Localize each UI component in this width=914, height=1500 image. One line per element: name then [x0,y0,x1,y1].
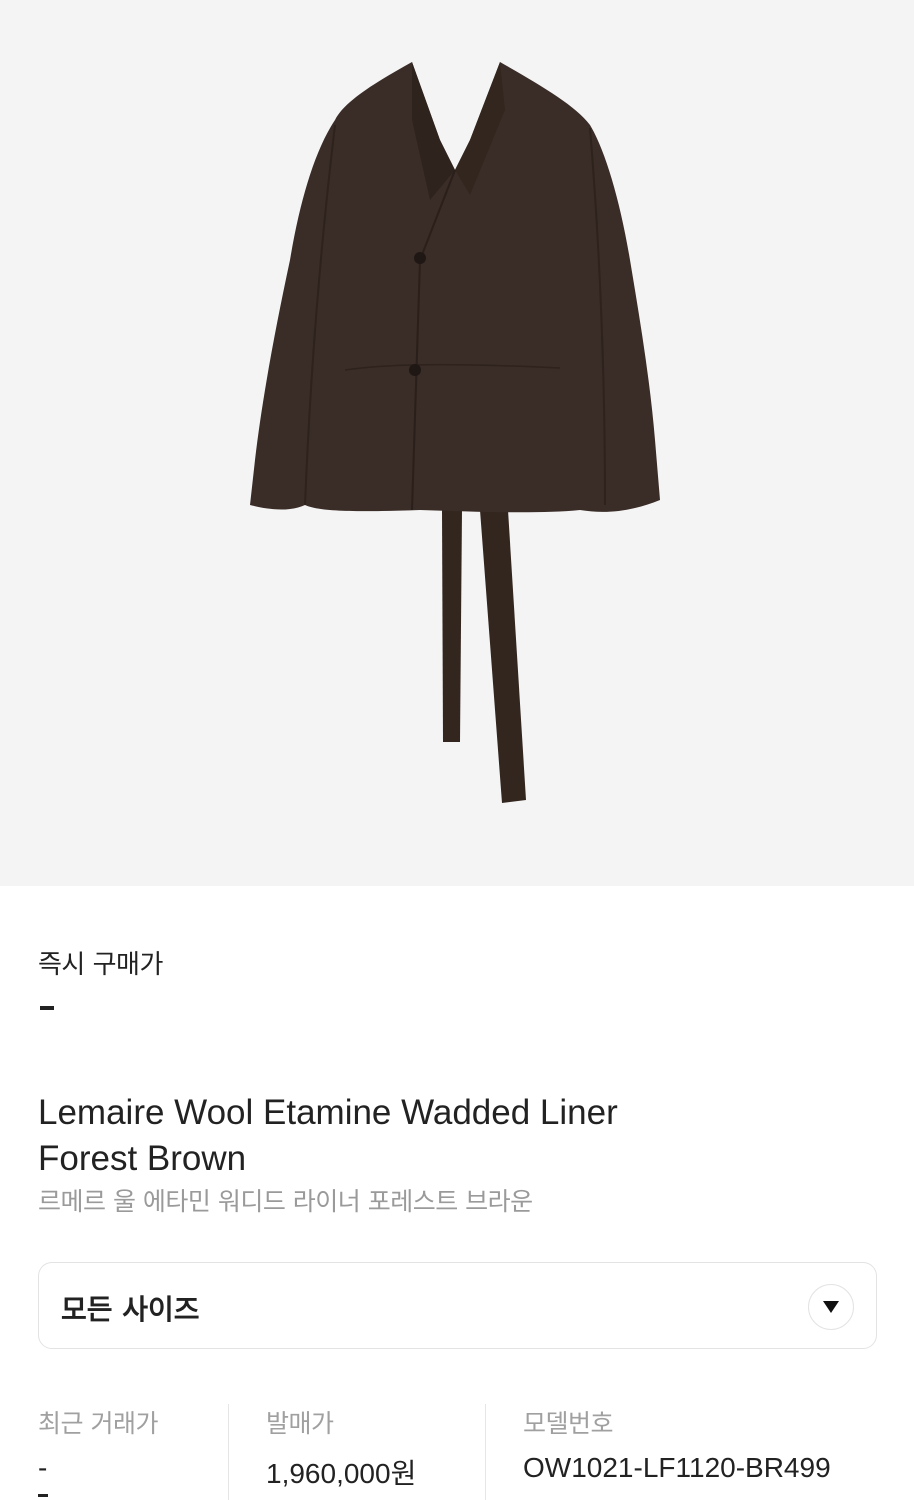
stat-recent-price: 최근 거래가 - [38,1404,228,1500]
triangle-down-icon [823,1301,839,1313]
product-title: Lemaire Wool Etamine Wadded Liner Forest… [38,1090,858,1182]
size-select-label: 모든 사이즈 [61,1293,200,1326]
stat-model-number-label: 모델번호 [523,1409,614,1438]
stat-recent-price-value: - [38,1452,48,1483]
stat-divider [485,1404,486,1500]
product-subtitle-korean: 르메르 울 에타민 워디드 라이너 포레스트 브라운 [38,1187,533,1216]
product-image[interactable] [0,0,914,886]
stat-divider [228,1404,229,1500]
stats-row: 최근 거래가 - 발매가 1,960,000원 모델번호 OW1021-LF11… [38,1404,877,1500]
product-title-line2: Forest Brown [38,1139,247,1178]
product-title-line1: Lemaire Wool Etamine Wadded Liner [38,1093,618,1132]
stat-model-number-value: OW1021-LF1120-BR499 [523,1452,831,1483]
stat-extra-dash [38,1494,48,1497]
size-dropdown-button[interactable] [808,1284,854,1330]
size-select[interactable]: 모든 사이즈 [38,1262,877,1349]
stat-model-number: 모델번호 OW1021-LF1120-BR499 [523,1404,877,1500]
jacket-illustration [250,62,660,803]
buy-now-value [40,1006,54,1010]
stat-release-price: 발매가 1,960,000원 [266,1404,486,1500]
stat-release-price-label: 발매가 [266,1409,334,1438]
buy-now-label: 즉시 구매가 [38,950,163,980]
stat-recent-price-label: 최근 거래가 [38,1409,158,1438]
stat-release-price-value: 1,960,000원 [266,1458,417,1489]
